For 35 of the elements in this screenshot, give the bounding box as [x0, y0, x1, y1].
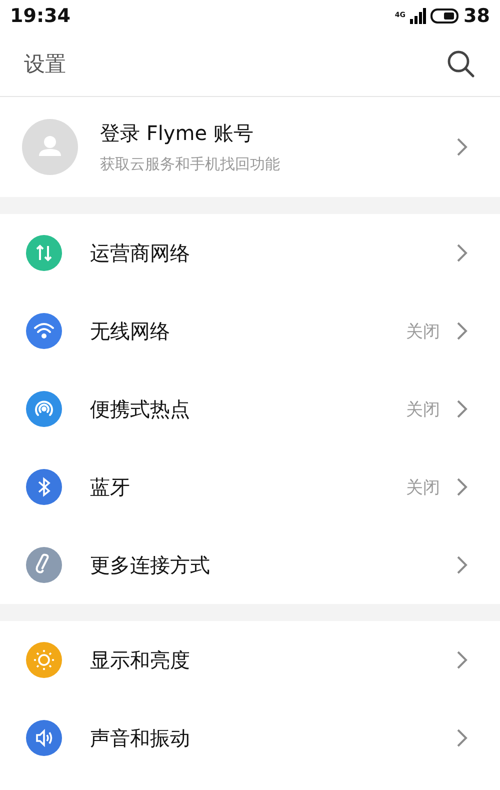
settings-item[interactable]: 蓝牙 关闭	[0, 448, 500, 526]
avatar-icon	[22, 119, 78, 175]
item-status: 关闭	[406, 398, 440, 420]
chevron-icon	[456, 321, 468, 341]
item-label: 便携式热点	[90, 396, 191, 422]
item-label: 运营商网络	[90, 240, 191, 266]
settings-item[interactable]: 显示和亮度	[0, 621, 500, 699]
item-status: 关闭	[406, 320, 440, 342]
battery-level: 38	[464, 5, 490, 27]
chevron-icon	[456, 728, 468, 748]
item-label: 更多连接方式	[90, 552, 211, 578]
signal-icon	[410, 8, 426, 24]
page-title: 设置	[24, 51, 66, 78]
chevron-icon	[456, 477, 468, 497]
item-label: 无线网络	[90, 318, 171, 344]
account-title: 登录 Flyme 账号	[100, 120, 254, 147]
account-subtitle: 获取云服务和手机找回功能	[100, 155, 281, 174]
chevron-icon	[456, 650, 468, 670]
settings-item[interactable]: 运营商网络	[0, 214, 500, 292]
search-icon[interactable]	[446, 49, 476, 79]
battery-icon	[430, 8, 460, 24]
item-label: 显示和亮度	[90, 646, 191, 674]
settings-item[interactable]: 便携式热点 关闭	[0, 370, 500, 448]
chevron-icon	[456, 399, 468, 419]
chevron-icon	[456, 243, 468, 263]
settings-item[interactable]: 声音和振动	[0, 699, 500, 777]
account-row[interactable]: 登录 Flyme 账号 获取云服务和手机找回功能	[0, 97, 500, 197]
settings-item[interactable]: 无线网络 关闭	[0, 292, 500, 370]
clock: 19:34	[10, 5, 70, 27]
item-label: 蓝牙	[90, 474, 131, 500]
item-label: 声音和振动	[90, 724, 191, 752]
settings-item[interactable]: 更多连接方式	[0, 526, 500, 604]
chevron-icon	[456, 137, 468, 157]
item-status: 关闭	[406, 476, 440, 498]
chevron-icon	[456, 555, 468, 575]
